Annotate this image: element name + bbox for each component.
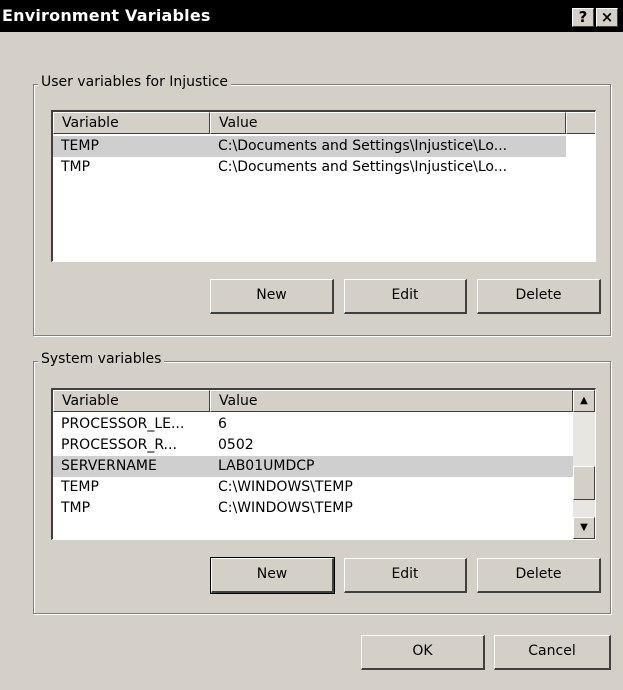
variable-value: 0502: [218, 437, 254, 453]
variable-value: 6: [218, 416, 227, 432]
column-header-variable[interactable]: Variable: [53, 112, 210, 134]
variable-name: TMP: [61, 159, 91, 175]
table-row[interactable]: SERVERNAME LAB01UMDCP: [53, 456, 573, 477]
variable-name: PROCESSOR_LE...: [61, 416, 185, 432]
user-delete-button[interactable]: Delete: [477, 279, 601, 314]
variable-name: TMP: [61, 500, 91, 516]
system-delete-button[interactable]: Delete: [477, 558, 601, 593]
variable-value: C:\Documents and Settings\Injustice\Lo..…: [218, 138, 508, 154]
scroll-thumb[interactable]: [573, 466, 595, 500]
column-header-variable[interactable]: Variable: [53, 390, 210, 412]
system-variables-title: System variables: [38, 351, 165, 367]
variable-value: C:\WINDOWS\TEMP: [218, 479, 353, 495]
ok-button[interactable]: OK: [361, 635, 485, 670]
table-row[interactable]: TMP C:\WINDOWS\TEMP: [53, 498, 573, 519]
window-title: Environment Variables: [2, 6, 211, 25]
column-header-filler: [566, 112, 595, 134]
list-header: Variable Value: [53, 112, 595, 134]
user-edit-button[interactable]: Edit: [344, 279, 467, 314]
variable-value: LAB01UMDCP: [218, 458, 315, 474]
list-header: Variable Value: [53, 390, 573, 412]
variable-value: C:\Documents and Settings\Injustice\Lo..…: [218, 159, 508, 175]
user-variables-rows: TEMP C:\Documents and Settings\Injustice…: [53, 136, 595, 178]
column-header-value[interactable]: Value: [210, 112, 566, 134]
variable-name: PROCESSOR_R...: [61, 437, 177, 453]
help-button[interactable]: ?: [572, 8, 594, 27]
table-row[interactable]: TEMP C:\Documents and Settings\Injustice…: [53, 136, 566, 157]
column-header-value[interactable]: Value: [210, 390, 573, 412]
close-button[interactable]: ×: [596, 8, 618, 27]
system-new-button[interactable]: New: [210, 557, 335, 594]
table-row[interactable]: PROCESSOR_LE... 6: [53, 414, 573, 435]
user-new-button[interactable]: New: [210, 279, 334, 314]
table-row[interactable]: TMP C:\Documents and Settings\Injustice\…: [53, 157, 566, 178]
system-edit-button[interactable]: Edit: [344, 558, 467, 593]
user-variables-title: User variables for Injustice: [38, 74, 232, 90]
variable-value: C:\WINDOWS\TEMP: [218, 500, 353, 516]
scroll-down-button[interactable]: ▼: [573, 517, 595, 539]
system-variables-rows: PROCESSOR_LE... 6 PROCESSOR_R... 0502 SE…: [53, 414, 573, 519]
table-row[interactable]: PROCESSOR_R... 0502: [53, 435, 573, 456]
cancel-button[interactable]: Cancel: [494, 635, 611, 670]
variable-name: TEMP: [61, 479, 99, 495]
scroll-up-button[interactable]: ▲: [573, 390, 595, 412]
user-variables-list[interactable]: Variable Value TEMP C:\Documents and Set…: [51, 110, 596, 262]
vertical-scrollbar[interactable]: ▲ ▼: [573, 390, 595, 539]
title-bar[interactable]: Environment Variables ? ×: [0, 0, 623, 32]
variable-name: SERVERNAME: [61, 458, 157, 474]
system-variables-list[interactable]: Variable Value PROCESSOR_LE... 6 PROCESS…: [51, 388, 596, 540]
variable-name: TEMP: [61, 138, 99, 154]
table-row[interactable]: TEMP C:\WINDOWS\TEMP: [53, 477, 573, 498]
